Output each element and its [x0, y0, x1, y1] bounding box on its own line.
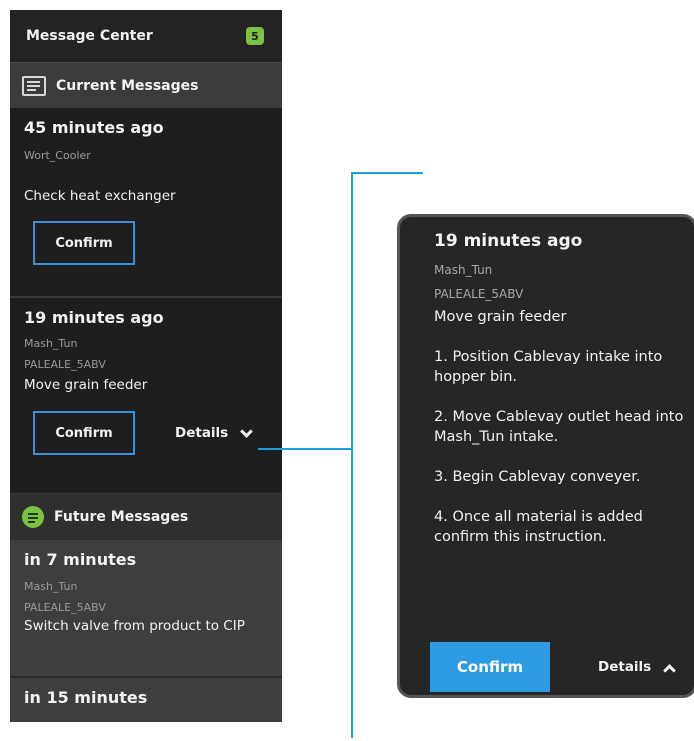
- instruction-step: 2. Move Cablevay outlet head into Mash_T…: [434, 409, 684, 445]
- instruction-step: 4. Once all material is added confirm th…: [434, 509, 643, 545]
- message-time: 45 minutes ago: [24, 118, 164, 137]
- confirm-button[interactable]: Confirm: [33, 411, 135, 455]
- chevron-down-icon: [240, 424, 254, 438]
- details-label: Details: [175, 425, 229, 441]
- connector-line: [258, 448, 352, 450]
- expanded-text: Move grain feeder: [434, 309, 567, 325]
- instruction-step: 1. Position Cablevay intake into hopper …: [434, 349, 663, 385]
- message-time: in 15 minutes: [24, 688, 148, 707]
- message-recipe: PALEALE_5ABV: [24, 358, 106, 371]
- document-icon: [22, 75, 46, 96]
- message-card: 45 minutes ago Wort_Cooler Check heat ex…: [10, 108, 282, 298]
- confirm-button[interactable]: Confirm: [33, 221, 135, 265]
- message-equipment: Mash_Tun: [24, 337, 78, 350]
- details-toggle[interactable]: Details: [598, 659, 677, 677]
- message-card: 19 minutes ago Mash_Tun PALEALE_5ABV Mov…: [10, 298, 282, 494]
- message-center-header: Message Center 5: [10, 10, 282, 62]
- message-recipe: PALEALE_5ABV: [24, 601, 106, 614]
- future-messages-section[interactable]: Future Messages: [10, 494, 282, 540]
- message-time: in 7 minutes: [24, 550, 137, 569]
- connector-line: [351, 172, 353, 738]
- message-count-badge: 5: [246, 27, 264, 45]
- details-toggle[interactable]: Details: [175, 424, 254, 441]
- message-equipment: Mash_Tun: [24, 580, 78, 593]
- future-messages-label: Future Messages: [54, 509, 189, 525]
- message-bubble-icon: [22, 506, 44, 528]
- expanded-message-card: 19 minutes ago Mash_Tun PALEALE_5ABV Mov…: [397, 214, 694, 698]
- expanded-equipment: Mash_Tun: [434, 263, 493, 277]
- instruction-step: 3. Begin Cablevay conveyer.: [434, 469, 641, 485]
- expanded-recipe: PALEALE_5ABV: [434, 287, 524, 301]
- message-text: Switch valve from product to CIP: [24, 618, 245, 634]
- message-text: Check heat exchanger: [24, 188, 176, 204]
- expanded-time: 19 minutes ago: [434, 231, 583, 251]
- current-messages-section[interactable]: Current Messages: [10, 62, 282, 108]
- current-messages-label: Current Messages: [56, 77, 199, 94]
- message-equipment: Wort_Cooler: [24, 149, 91, 162]
- message-center-title: Message Center: [26, 28, 153, 44]
- future-message-card: in 7 minutes Mash_Tun PALEALE_5ABV Switc…: [10, 540, 282, 678]
- chevron-up-icon: [663, 663, 677, 677]
- message-time: 19 minutes ago: [24, 308, 164, 327]
- message-text: Move grain feeder: [24, 377, 148, 393]
- details-label: Details: [598, 659, 652, 675]
- connector-line: [351, 172, 423, 174]
- future-message-card: in 15 minutes: [10, 678, 282, 722]
- message-center-panel: Message Center 5 Current Messages 45 min…: [10, 10, 282, 722]
- confirm-button[interactable]: Confirm: [430, 642, 550, 692]
